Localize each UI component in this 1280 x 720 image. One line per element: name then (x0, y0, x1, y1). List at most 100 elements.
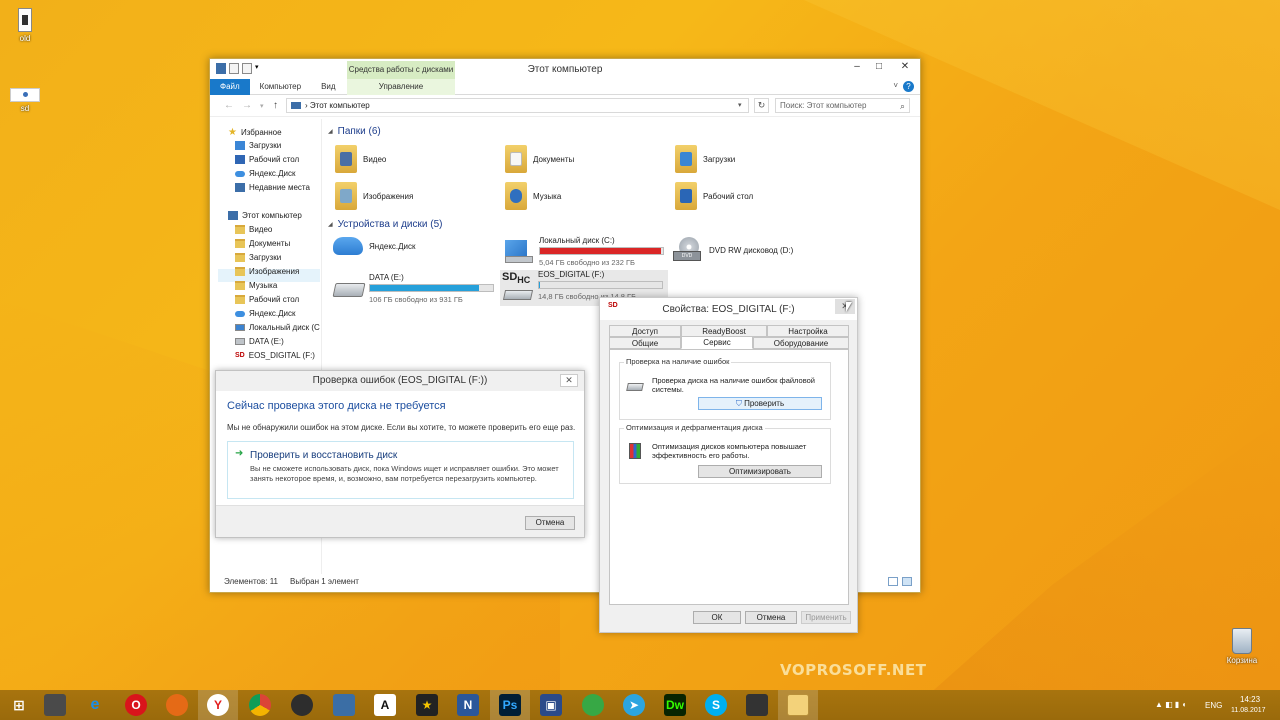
optimize-button[interactable]: Оптимизировать (698, 465, 822, 478)
desktop-icon-old[interactable]: old (5, 8, 45, 43)
nav-item-data-e[interactable]: DATA (E:) (235, 337, 284, 346)
ok-button[interactable]: ОК (693, 611, 741, 624)
device-label: Локальный диск (C:) (539, 236, 615, 245)
folders-group-header[interactable]: Папки (6) (328, 126, 381, 137)
internet-explorer-icon[interactable]: e (84, 694, 106, 716)
start-button[interactable]: ⊞ (8, 694, 30, 716)
minimize-button[interactable]: – (846, 59, 868, 77)
font-tool-icon[interactable]: A (374, 694, 396, 716)
nav-item-desktop[interactable]: Рабочий стол (235, 295, 299, 304)
tab-manage[interactable]: Управление (347, 78, 455, 95)
nav-this-pc[interactable]: Этот компьютер (228, 211, 302, 220)
address-bar[interactable]: › Этот компьютер (286, 98, 749, 113)
skype-icon[interactable]: S (705, 694, 727, 716)
floppy-save-icon[interactable]: ▣ (540, 694, 562, 716)
properties-dialog[interactable]: SD Свойства: EOS_DIGITAL (F:) ✕ Доступ R… (599, 297, 858, 633)
address-dropdown-icon[interactable]: ▾ (738, 101, 742, 109)
folder-tile-music[interactable]: Музыка (505, 182, 561, 210)
device-tile-dvd[interactable]: DVD DVD RW дисковод (D:) (673, 237, 793, 263)
error-checking-group: Проверка на наличие ошибок Проверка диск… (619, 357, 831, 420)
desktop-icon-sd[interactable]: sd (5, 88, 45, 113)
screenshot-tool-icon[interactable] (333, 694, 355, 716)
devices-group-header[interactable]: Устройства и диски (5) (328, 219, 443, 230)
desktop-icon-recycle-bin[interactable]: Корзина (1222, 628, 1262, 665)
tab-general[interactable]: Общие (609, 337, 681, 349)
forward-arrow-icon[interactable]: → (242, 100, 252, 111)
folder-tile-images[interactable]: Изображения (335, 182, 413, 210)
scan-and-repair-command-link[interactable]: ➜ Проверить и восстановить диск Вы не см… (227, 441, 574, 499)
tab-computer[interactable]: Компьютер (250, 79, 311, 95)
maximize-button[interactable]: □ (868, 59, 890, 77)
nav-item-local-disk-c[interactable]: Локальный диск (C (235, 323, 320, 332)
tab-hardware[interactable]: Оборудование (753, 337, 849, 349)
camera-app-icon[interactable] (746, 694, 768, 716)
onenote-icon[interactable]: N (457, 694, 479, 716)
tab-customize[interactable]: Настройка (767, 325, 849, 337)
folder-tile-desktop[interactable]: Рабочий стол (675, 182, 753, 210)
utorrent-icon[interactable] (582, 694, 604, 716)
nav-item-yandex-disk[interactable]: Яндекс.Диск (235, 309, 296, 318)
nav-item-recent-places[interactable]: Недавние места (235, 183, 310, 192)
nav-item-video[interactable]: Видео (235, 225, 272, 234)
device-tile-yandex-disk[interactable]: Яндекс.Диск (333, 237, 416, 255)
file-manager-icon[interactable] (44, 694, 66, 716)
help-icon[interactable]: ? (903, 81, 914, 92)
nav-item-images[interactable]: Изображения (235, 267, 299, 276)
clock-time[interactable]: 14:23 (1240, 695, 1260, 704)
check-button[interactable]: ⛉ Проверить (698, 397, 822, 410)
language-indicator[interactable]: ENG (1205, 701, 1222, 710)
apply-button[interactable]: Применить (801, 611, 851, 624)
nav-item-eos-digital-f[interactable]: SD EOS_DIGITAL (F:) (235, 351, 315, 360)
dialog-title-bar[interactable]: Проверка ошибок (EOS_DIGITAL (F:)) ✕ (216, 371, 584, 391)
computer-icon (291, 102, 301, 110)
tab-access[interactable]: Доступ (609, 325, 681, 337)
close-button[interactable]: ✕ (835, 299, 855, 314)
ribbon-expand-icon[interactable]: ˅ (893, 81, 898, 90)
tab-view[interactable]: Вид (311, 79, 345, 95)
photoshop-icon[interactable]: Ps (499, 694, 521, 716)
back-arrow-icon[interactable]: ← (224, 100, 234, 111)
nav-favorites[interactable]: ★ Избранное (228, 127, 282, 138)
telegram-icon[interactable]: ➤ (623, 694, 645, 716)
yandex-browser-icon[interactable]: Y (207, 694, 229, 716)
chrome-icon[interactable] (249, 694, 271, 716)
cancel-button[interactable]: Отмена (525, 516, 575, 530)
cancel-button[interactable]: Отмена (745, 611, 797, 624)
breadcrumb[interactable]: Этот компьютер (310, 101, 370, 110)
folder-tile-documents[interactable]: Документы (505, 145, 574, 173)
device-label: EOS_DIGITAL (F:) (538, 270, 605, 279)
folder-tile-downloads[interactable]: Загрузки (675, 145, 735, 173)
close-button[interactable]: ✕ (560, 374, 578, 387)
device-tile-local-disk-c[interactable]: Локальный диск (C:) 5,04 ГБ свободно из … (503, 236, 673, 268)
close-button[interactable]: ✕ (890, 59, 920, 77)
tray-icons[interactable]: ▲ ◧ ▮ ◖ (1155, 700, 1186, 709)
folder-tile-video[interactable]: Видео (335, 145, 386, 173)
movie-maker-icon[interactable]: ★ (416, 694, 438, 716)
nav-item-desktop[interactable]: Рабочий стол (235, 155, 299, 164)
opera-icon[interactable]: O (125, 694, 147, 716)
details-view-icon[interactable] (888, 577, 898, 586)
tab-file[interactable]: Файл (210, 78, 250, 95)
tiles-view-icon[interactable] (902, 577, 912, 586)
nav-label: Яндекс.Диск (249, 309, 296, 318)
thunderbird-icon[interactable] (291, 694, 313, 716)
device-tile-data-e[interactable]: DATA (E:) 106 ГБ свободно из 931 ГБ (332, 273, 503, 305)
recent-locations-icon[interactable]: ▾ (260, 102, 264, 110)
search-input[interactable]: Поиск: Этот компьютер ⌕ (775, 98, 910, 113)
clock-date[interactable]: 11.08.2017 (1231, 707, 1266, 714)
nav-label: DATA (E:) (249, 337, 284, 346)
nav-item-downloads[interactable]: Загрузки (235, 253, 281, 262)
nav-item-music[interactable]: Музыка (235, 281, 277, 290)
dialog-title-bar[interactable]: SD Свойства: EOS_DIGITAL (F:) ✕ (600, 298, 857, 320)
nav-item-downloads[interactable]: Загрузки (235, 141, 281, 150)
up-arrow-icon[interactable]: ↑ (273, 100, 278, 111)
dreamweaver-icon[interactable]: Dw (664, 694, 686, 716)
check-errors-dialog[interactable]: Проверка ошибок (EOS_DIGITAL (F:)) ✕ Сей… (215, 370, 585, 538)
explorer-taskbar-icon[interactable] (787, 694, 809, 716)
nav-item-documents[interactable]: Документы (235, 239, 290, 248)
tab-tools[interactable]: Сервис (681, 336, 753, 349)
refresh-icon[interactable]: ↻ (754, 98, 769, 113)
firefox-icon[interactable] (166, 694, 188, 716)
title-bar[interactable]: ▾ Средства работы с дисками Этот компьют… (210, 59, 920, 79)
nav-item-yandex-disk[interactable]: Яндекс.Диск (235, 169, 296, 178)
